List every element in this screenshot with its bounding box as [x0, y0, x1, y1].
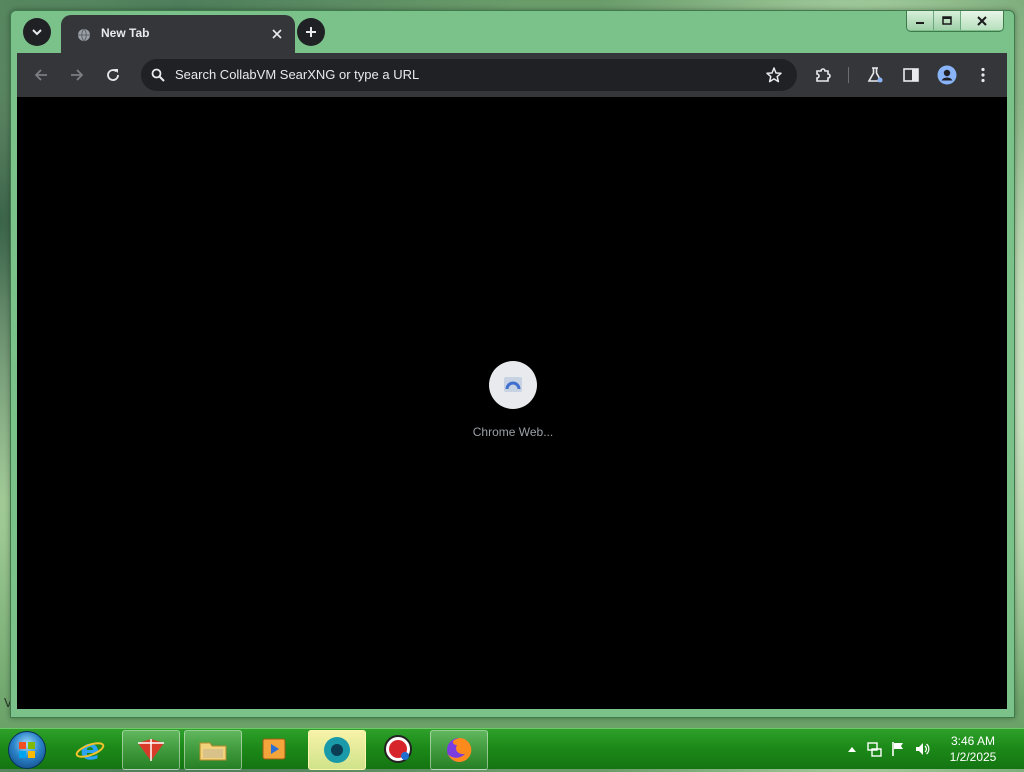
page-content: Chrome Web... — [17, 97, 1007, 709]
taskbar-clock[interactable]: 3:46 AM 1/2/2025 — [936, 733, 1010, 765]
tab-close-button[interactable] — [269, 26, 285, 42]
avatar-icon — [937, 65, 957, 85]
windows-logo-icon — [19, 742, 35, 758]
flask-icon — [867, 67, 883, 83]
minimize-icon — [916, 21, 924, 24]
browser-window: New Tab Search CollabVM SearXNG or type … — [10, 10, 1015, 718]
app-cube-icon — [138, 739, 164, 761]
side-panel-button[interactable] — [901, 65, 921, 85]
app-record-icon — [384, 735, 412, 763]
show-hidden-icons-button[interactable] — [844, 741, 860, 757]
svg-text:e: e — [81, 734, 100, 764]
media-player-icon — [262, 738, 286, 760]
network-icon — [867, 742, 882, 757]
speaker-icon — [916, 743, 930, 755]
arrow-left-icon — [34, 69, 47, 81]
shortcut-label[interactable]: Chrome Web... — [427, 425, 599, 439]
globe-icon — [78, 28, 90, 42]
tab-title: New Tab — [101, 26, 150, 40]
browser-toolbar: Search CollabVM SearXNG or type a URL — [17, 53, 1007, 97]
toolbar-separator — [848, 67, 849, 83]
omnibox-placeholder[interactable]: Search CollabVM SearXNG or type a URL — [175, 67, 419, 82]
reload-icon — [107, 69, 119, 81]
web-store-icon — [504, 377, 522, 392]
taskbar-app-3[interactable] — [370, 730, 426, 768]
forward-button[interactable] — [65, 63, 89, 87]
taskbar-app-1[interactable] — [122, 730, 180, 770]
app-circle-icon — [324, 737, 350, 763]
tab-search-button[interactable] — [23, 18, 51, 46]
volume-tray-icon[interactable] — [914, 741, 930, 757]
internet-explorer-icon: e — [75, 734, 105, 764]
reload-button[interactable] — [101, 63, 125, 87]
chevron-up-icon — [848, 747, 856, 752]
clock-time: 3:46 AM — [950, 734, 996, 748]
shortcut-tile[interactable] — [489, 361, 537, 409]
extensions-button[interactable] — [813, 65, 833, 85]
profile-button[interactable] — [937, 65, 957, 85]
minimize-button[interactable] — [907, 11, 934, 30]
new-tab-button[interactable] — [297, 18, 325, 46]
taskbar-app-file-explorer[interactable] — [184, 730, 242, 770]
firefox-icon — [447, 737, 472, 762]
plus-icon — [306, 27, 316, 37]
star-icon[interactable] — [765, 66, 783, 84]
tab-new-tab[interactable]: New Tab — [61, 15, 295, 53]
kebab-menu-icon — [981, 67, 985, 83]
taskbar-app-internet-explorer[interactable]: e — [62, 730, 118, 768]
taskbar: e 3:46 AM 1/2/2025 — [0, 728, 1024, 770]
clock-date: 1/2/2025 — [949, 750, 997, 764]
chrome-menu-button[interactable] — [973, 65, 993, 85]
maximize-button[interactable] — [934, 11, 961, 30]
taskbar-app-media-player[interactable] — [246, 730, 302, 768]
action-center-tray-icon[interactable] — [890, 741, 906, 757]
chevron-down-icon — [32, 29, 42, 36]
window-controls — [906, 11, 1004, 32]
close-icon — [977, 15, 987, 26]
omnibox[interactable]: Search CollabVM SearXNG or type a URL — [141, 59, 797, 91]
tab-strip: New Tab — [11, 11, 1014, 53]
folder-icon — [199, 742, 227, 761]
taskbar-app-firefox[interactable] — [430, 730, 488, 770]
back-button[interactable] — [29, 63, 53, 87]
side-panel-icon — [903, 68, 919, 82]
taskbar-app-2[interactable] — [308, 730, 366, 770]
flag-icon — [892, 742, 903, 756]
arrow-right-icon — [71, 69, 84, 81]
search-icon — [151, 68, 165, 82]
close-window-button[interactable] — [961, 11, 1003, 30]
labs-button[interactable] — [865, 65, 885, 85]
network-tray-icon[interactable] — [866, 741, 882, 757]
close-icon — [272, 29, 282, 39]
puzzle-icon — [816, 68, 831, 82]
maximize-icon — [942, 16, 952, 25]
start-button[interactable] — [8, 731, 46, 769]
